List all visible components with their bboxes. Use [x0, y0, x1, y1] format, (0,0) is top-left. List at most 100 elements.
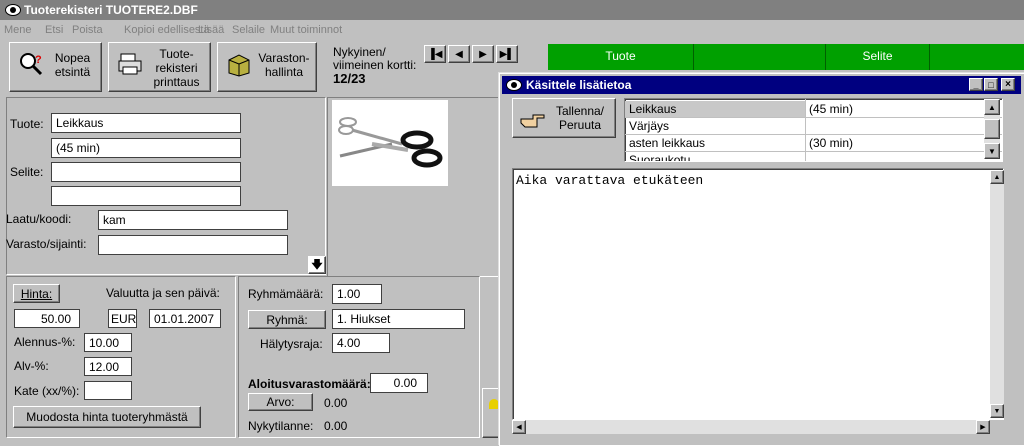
list-item-value: (30 min)	[809, 136, 854, 150]
crate-icon	[228, 54, 250, 77]
menu-selaile[interactable]: Selaile	[232, 20, 265, 40]
text-scroll-left[interactable]: ◀	[512, 420, 526, 434]
stock-management-button[interactable]: Varaston-hallinta	[217, 42, 317, 92]
selite-field-2[interactable]	[51, 186, 241, 206]
down-arrow-icon: ▼	[988, 146, 996, 156]
text-scroll-right[interactable]: ▶	[976, 420, 990, 434]
tuote-label: Tuote:	[10, 117, 44, 131]
expand-down-button[interactable]: 🡇	[308, 256, 326, 274]
list-item[interactable]: Värjäys	[625, 118, 1002, 135]
muodosta-hinta-button[interactable]: Muodosta hinta tuoteryhmästä	[13, 406, 201, 428]
hinta-button[interactable]: Hinta:	[13, 284, 60, 303]
list-scrollbar[interactable]: ▲ ▼	[984, 99, 1000, 159]
scissors-icon	[338, 117, 443, 168]
menu-poista[interactable]: Poista	[72, 20, 103, 40]
title-bar: Tuoterekisteri TUOTERE2.DBF	[0, 0, 1024, 20]
laatu-field[interactable]: kam	[98, 210, 288, 230]
ryhmamaara-field[interactable]: 1.00	[332, 284, 382, 304]
magnifier-icon: ?	[20, 53, 43, 76]
ryhma-field[interactable]: 1. Hiukset	[332, 309, 465, 329]
list-item-name: Värjäys	[629, 119, 670, 133]
grid-col-empty[interactable]	[694, 44, 826, 70]
arvo-value: 0.00	[324, 396, 348, 410]
scroll-down-button[interactable]: ▼	[984, 143, 1000, 159]
list-item-name: Suoraukotu	[629, 153, 691, 162]
search-label-2: etsintä	[54, 65, 91, 79]
stock-label-1: Varaston-	[258, 51, 310, 65]
date-field[interactable]: 01.01.2007	[149, 309, 221, 328]
scroll-thumb[interactable]	[984, 119, 1000, 139]
list-item[interactable]: Suoraukotu	[625, 152, 1002, 162]
partial-icon	[489, 399, 499, 409]
notes-text: Aika varattava etukäteen	[516, 173, 704, 188]
grid-col-tuote[interactable]: Tuote	[548, 44, 694, 70]
list-item-value: (45 min)	[809, 102, 854, 116]
list-item[interactable]: asten leikkaus (30 min)	[625, 135, 1002, 152]
left-arrow-icon: ◀	[516, 424, 522, 431]
printer-icon	[118, 53, 142, 75]
dialog-eye-icon	[506, 79, 522, 91]
scroll-up-button[interactable]: ▲	[984, 99, 1000, 115]
nykytilanne-value: 0.00	[324, 419, 348, 433]
minimize-button[interactable]: _	[969, 78, 983, 91]
up-arrow-icon: ▲	[988, 102, 996, 112]
menu-etsi[interactable]: Etsi	[45, 20, 63, 40]
selite-field[interactable]	[51, 162, 241, 182]
grid-col-extra[interactable]	[930, 44, 1024, 70]
hinta-field[interactable]: 50.00	[14, 309, 80, 328]
menu-kopioi[interactable]: Kopioi edellisestä	[124, 20, 210, 40]
alv-field[interactable]: 12.00	[84, 357, 132, 376]
stock-label-2: hallinta	[264, 65, 304, 79]
save-label-2: Peruuta	[558, 118, 602, 132]
close-button[interactable]: ×	[1001, 78, 1015, 91]
kate-field[interactable]	[84, 381, 132, 400]
grid-header: Tuote Selite	[548, 44, 1024, 70]
arvo-button[interactable]: Arvo:	[248, 393, 313, 411]
right-arrow-icon: ▶	[980, 424, 986, 431]
tuote-field-2[interactable]: (45 min)	[51, 138, 241, 158]
menu-muut[interactable]: Muut toiminnot	[270, 20, 342, 40]
minimize-icon: _	[973, 79, 979, 90]
grid-col-selite[interactable]: Selite	[826, 44, 930, 70]
laatu-label: Laatu/koodi:	[6, 212, 72, 226]
maximize-button[interactable]: □	[984, 78, 998, 91]
notes-textarea[interactable]: Aika varattava etukäteen	[512, 168, 1004, 420]
search-label-1: Nopea	[54, 51, 91, 65]
tuote-field[interactable]: Leikkaus	[51, 113, 241, 133]
menu-bar: Mene Etsi Poista Kopioi edellisestä Lisä…	[0, 20, 1024, 40]
alennus-label: Alennus-%:	[14, 335, 76, 349]
halytysraja-field[interactable]: 4.00	[332, 333, 390, 353]
quick-search-button[interactable]: ? Nopea etsintä	[9, 42, 102, 92]
nykytilanne-label: Nykytilanne:	[248, 419, 314, 433]
close-icon: ×	[1005, 78, 1011, 90]
last-record-button[interactable]: ▶▌	[496, 45, 518, 63]
currency-field[interactable]: EUR	[108, 309, 137, 328]
text-scroll-down[interactable]: ▼	[990, 404, 1004, 418]
list-item-name: Leikkaus	[629, 102, 677, 116]
product-image	[332, 100, 448, 186]
aloitus-field[interactable]: 0.00	[370, 373, 428, 393]
next-record-button[interactable]: ▶	[472, 45, 494, 63]
varasto-field[interactable]	[98, 235, 288, 255]
save-cancel-button[interactable]: Tallenna/Peruuta	[512, 98, 616, 138]
pointing-hand-icon	[520, 114, 545, 128]
save-label-1: Tallenna/	[555, 104, 605, 118]
aloitus-label: Aloitusvarastomäärä:	[248, 377, 371, 391]
menu-mene[interactable]: Mene	[4, 20, 32, 40]
record-value: 12/23	[333, 71, 366, 86]
first-record-button[interactable]: ▐◀	[424, 45, 446, 63]
text-hscrollbar[interactable]: ◀ ▶	[512, 420, 990, 434]
print-register-button[interactable]: Tuote-rekisteri printtaus	[108, 42, 211, 92]
print-label-3: printtaus	[153, 75, 200, 89]
additional-info-list: Leikkaus (45 min) Värjäys asten leikkaus…	[624, 98, 1003, 162]
menu-lisaa[interactable]: Lisää	[198, 20, 224, 40]
alennus-field[interactable]: 10.00	[84, 333, 132, 352]
dialog-title: Käsittele lisätietoa	[526, 78, 632, 92]
text-vscrollbar[interactable]: ▲ ▼	[990, 170, 1004, 418]
text-scroll-up[interactable]: ▲	[990, 170, 1004, 184]
print-label-1: Tuote-	[159, 47, 194, 61]
list-item[interactable]: Leikkaus (45 min)	[625, 101, 1002, 118]
ryhma-button[interactable]: Ryhmä:	[248, 310, 326, 329]
prev-record-button[interactable]: ◀	[448, 45, 470, 63]
dialog-title-bar[interactable]: Käsittele lisätietoa _ □ ×	[502, 76, 1021, 94]
